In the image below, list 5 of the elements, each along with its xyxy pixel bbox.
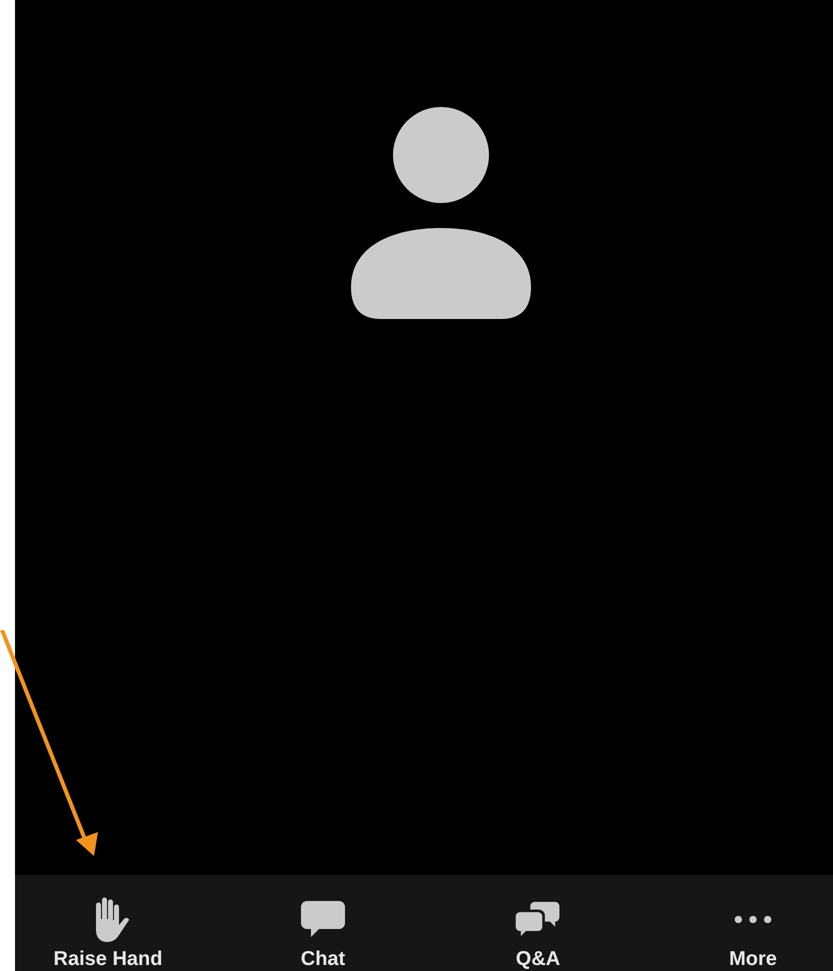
toolbar-button[interactable]: Raise Hand xyxy=(15,875,201,971)
toolbar-button[interactable]: Q&A xyxy=(445,875,631,971)
toolbar-button[interactable]: Chat xyxy=(230,875,416,971)
avatar-icon xyxy=(350,107,530,319)
toolbar-button[interactable]: More xyxy=(660,875,833,971)
